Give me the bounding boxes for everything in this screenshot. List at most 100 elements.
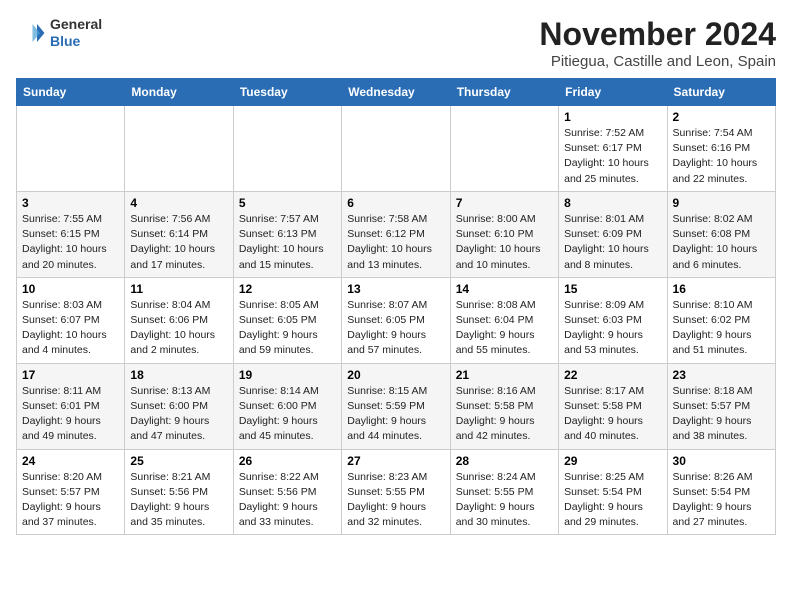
day-cell: 20 Sunrise: 8:15 AM Sunset: 5:59 PM Dayli… [342,363,450,449]
day-header-monday: Monday [125,79,233,106]
day-number: 19 [239,368,336,382]
logo-text: General Blue [50,16,102,50]
logo-blue: Blue [50,33,80,49]
day-number: 26 [239,454,336,468]
day-cell: 26 Sunrise: 8:22 AM Sunset: 5:56 PM Dayli… [233,449,341,535]
day-info: Sunrise: 8:20 AM Sunset: 5:57 PM Dayligh… [22,470,119,531]
day-number: 22 [564,368,661,382]
day-header-saturday: Saturday [667,79,775,106]
location: Pitiegua, Castille and Leon, Spain [539,53,776,70]
day-cell: 12 Sunrise: 8:05 AM Sunset: 6:05 PM Dayli… [233,277,341,363]
day-number: 8 [564,196,661,210]
day-cell: 28Sunrise: 8:24 AM Sunset: 5:55 PM Dayli… [450,449,558,535]
day-cell: 25 Sunrise: 8:21 AM Sunset: 5:56 PM Dayli… [125,449,233,535]
day-info: Sunrise: 7:52 AM Sunset: 6:17 PM Dayligh… [564,126,661,187]
day-cell: 9 Sunrise: 8:02 AM Sunset: 6:08 PM Daylig… [667,191,775,277]
day-cell [450,106,558,192]
day-number: 20 [347,368,444,382]
day-cell: 19 Sunrise: 8:14 AM Sunset: 6:00 PM Dayli… [233,363,341,449]
day-cell [125,106,233,192]
day-info: Sunrise: 8:18 AM Sunset: 5:57 PM Dayligh… [673,384,770,445]
day-info: Sunrise: 8:00 AM Sunset: 6:10 PM Dayligh… [456,212,553,273]
day-cell: 14 Sunrise: 8:08 AM Sunset: 6:04 PM Dayli… [450,277,558,363]
day-info: Sunrise: 8:25 AM Sunset: 5:54 PM Dayligh… [564,470,661,531]
day-info: Sunrise: 8:10 AM Sunset: 6:02 PM Dayligh… [673,298,770,359]
day-info: Sunrise: 8:03 AM Sunset: 6:07 PM Dayligh… [22,298,119,359]
day-cell [233,106,341,192]
day-info: Sunrise: 7:55 AM Sunset: 6:15 PM Dayligh… [22,212,119,273]
day-header-thursday: Thursday [450,79,558,106]
day-info: Sunrise: 7:57 AM Sunset: 6:13 PM Dayligh… [239,212,336,273]
calendar: SundayMondayTuesdayWednesdayThursdayFrid… [16,78,776,535]
day-header-sunday: Sunday [17,79,125,106]
day-cell: 8 Sunrise: 8:01 AM Sunset: 6:09 PM Daylig… [559,191,667,277]
day-number: 18 [130,368,227,382]
day-info: Sunrise: 8:04 AM Sunset: 6:06 PM Dayligh… [130,298,227,359]
week-row-4: 17Sunrise: 8:11 AM Sunset: 6:01 PM Dayli… [17,363,776,449]
week-row-5: 24 Sunrise: 8:20 AM Sunset: 5:57 PM Dayli… [17,449,776,535]
day-cell: 16 Sunrise: 8:10 AM Sunset: 6:02 PM Dayli… [667,277,775,363]
day-cell: 2Sunrise: 7:54 AM Sunset: 6:16 PM Daylig… [667,106,775,192]
week-row-2: 3 Sunrise: 7:55 AM Sunset: 6:15 PM Daylig… [17,191,776,277]
day-number: 12 [239,282,336,296]
title-area: November 2024 Pitiegua, Castille and Leo… [539,16,776,70]
day-cell: 27 Sunrise: 8:23 AM Sunset: 5:55 PM Dayli… [342,449,450,535]
day-number: 11 [130,282,227,296]
day-cell: 15Sunrise: 8:09 AM Sunset: 6:03 PM Dayli… [559,277,667,363]
day-number: 30 [673,454,770,468]
day-info: Sunrise: 7:56 AM Sunset: 6:14 PM Dayligh… [130,212,227,273]
day-cell: 23Sunrise: 8:18 AM Sunset: 5:57 PM Dayli… [667,363,775,449]
logo-general: General [50,16,102,32]
day-info: Sunrise: 8:26 AM Sunset: 5:54 PM Dayligh… [673,470,770,531]
month-title: November 2024 [539,16,776,53]
day-number: 14 [456,282,553,296]
day-cell: 5Sunrise: 7:57 AM Sunset: 6:13 PM Daylig… [233,191,341,277]
day-cell: 21Sunrise: 8:16 AM Sunset: 5:58 PM Dayli… [450,363,558,449]
day-number: 10 [22,282,119,296]
day-number: 25 [130,454,227,468]
day-info: Sunrise: 8:09 AM Sunset: 6:03 PM Dayligh… [564,298,661,359]
days-header-row: SundayMondayTuesdayWednesdayThursdayFrid… [17,79,776,106]
day-number: 3 [22,196,119,210]
day-number: 13 [347,282,444,296]
day-info: Sunrise: 8:02 AM Sunset: 6:08 PM Dayligh… [673,212,770,273]
day-info: Sunrise: 8:05 AM Sunset: 6:05 PM Dayligh… [239,298,336,359]
day-info: Sunrise: 8:21 AM Sunset: 5:56 PM Dayligh… [130,470,227,531]
day-number: 6 [347,196,444,210]
day-number: 27 [347,454,444,468]
day-cell: 4Sunrise: 7:56 AM Sunset: 6:14 PM Daylig… [125,191,233,277]
logo-icon [16,18,46,48]
day-cell [17,106,125,192]
day-number: 7 [456,196,553,210]
day-info: Sunrise: 8:13 AM Sunset: 6:00 PM Dayligh… [130,384,227,445]
day-info: Sunrise: 8:22 AM Sunset: 5:56 PM Dayligh… [239,470,336,531]
day-cell: 10 Sunrise: 8:03 AM Sunset: 6:07 PM Dayli… [17,277,125,363]
day-info: Sunrise: 8:23 AM Sunset: 5:55 PM Dayligh… [347,470,444,531]
day-number: 28 [456,454,553,468]
day-cell: 24 Sunrise: 8:20 AM Sunset: 5:57 PM Dayli… [17,449,125,535]
day-cell: 22Sunrise: 8:17 AM Sunset: 5:58 PM Dayli… [559,363,667,449]
day-number: 9 [673,196,770,210]
week-row-1: 1 Sunrise: 7:52 AM Sunset: 6:17 PM Daylig… [17,106,776,192]
day-number: 16 [673,282,770,296]
day-number: 1 [564,110,661,124]
day-info: Sunrise: 7:58 AM Sunset: 6:12 PM Dayligh… [347,212,444,273]
day-info: Sunrise: 8:01 AM Sunset: 6:09 PM Dayligh… [564,212,661,273]
day-cell: 17Sunrise: 8:11 AM Sunset: 6:01 PM Dayli… [17,363,125,449]
day-cell: 7 Sunrise: 8:00 AM Sunset: 6:10 PM Daylig… [450,191,558,277]
header: General Blue November 2024 Pitiegua, Cas… [16,16,776,70]
day-number: 17 [22,368,119,382]
day-info: Sunrise: 8:07 AM Sunset: 6:05 PM Dayligh… [347,298,444,359]
day-info: Sunrise: 8:08 AM Sunset: 6:04 PM Dayligh… [456,298,553,359]
day-cell: 11 Sunrise: 8:04 AM Sunset: 6:06 PM Dayli… [125,277,233,363]
day-header-wednesday: Wednesday [342,79,450,106]
day-header-friday: Friday [559,79,667,106]
day-info: Sunrise: 8:15 AM Sunset: 5:59 PM Dayligh… [347,384,444,445]
day-header-tuesday: Tuesday [233,79,341,106]
day-info: Sunrise: 8:14 AM Sunset: 6:00 PM Dayligh… [239,384,336,445]
day-info: Sunrise: 7:54 AM Sunset: 6:16 PM Dayligh… [673,126,770,187]
day-number: 24 [22,454,119,468]
day-cell: 30 Sunrise: 8:26 AM Sunset: 5:54 PM Dayli… [667,449,775,535]
week-row-3: 10 Sunrise: 8:03 AM Sunset: 6:07 PM Dayli… [17,277,776,363]
day-cell: 3 Sunrise: 7:55 AM Sunset: 6:15 PM Daylig… [17,191,125,277]
